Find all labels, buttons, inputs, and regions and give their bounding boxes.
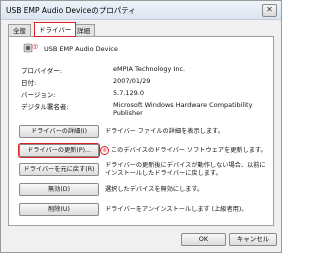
signer-value: Microsoft Windows Hardware Compatibility… [113, 101, 253, 117]
provider-label: プロバイダー: [21, 67, 62, 75]
rollback-driver-button[interactable]: ドライバーを元に戻す(R) [19, 163, 99, 176]
driver-panel: ⑦ USB EMP Audio Device プロバイダー: eMPIA Tec… [8, 36, 274, 226]
update-marker-badge: ⑧ [100, 146, 109, 155]
provider-value: eMPIA Technology Inc. [113, 65, 186, 73]
driver-details-button[interactable]: ドライバーの詳細(I) [19, 125, 99, 138]
signer-label: デジタル署名者: [21, 103, 69, 111]
disable-button[interactable]: 無効(D) [19, 183, 99, 196]
disable-desc: 選択したデバイスを無効にします。 [105, 186, 204, 193]
tab-marker-badge: ⑦ [32, 43, 39, 51]
device-name: USB EMP Audio Device [44, 45, 118, 53]
cancel-button[interactable]: キャンセル [229, 233, 277, 246]
uninstall-desc: ドライバーをアンインストールします (上級者用)。 [105, 206, 248, 213]
window-title: USB EMP Audio Deviceのプロパティ [6, 6, 136, 15]
uninstall-button[interactable]: 削除(U) [19, 203, 99, 216]
rollback-driver-desc: ドライバーの更新後にデバイスが動作しない場合、以前に インストールしたドライバー… [105, 162, 266, 177]
title-bar: USB EMP Audio Deviceのプロパティ ✕ [1, 1, 281, 20]
date-label: 日付: [21, 79, 37, 87]
update-driver-button[interactable]: ドライバーの更新(P)... [18, 143, 100, 158]
version-value: 5.7.129.0 [113, 89, 145, 97]
ok-button[interactable]: OK [181, 233, 226, 246]
update-driver-desc: このデバイスのドライバー ソフトウェアを更新します。 [111, 147, 267, 154]
driver-details-desc: ドライバー ファイルの詳細を表示します。 [105, 128, 224, 135]
tab-driver[interactable]: ドライバー [34, 22, 77, 37]
date-value: 2007/01/29 [113, 77, 151, 85]
properties-dialog: USB EMP Audio Deviceのプロパティ ✕ 全般 ドライバー 詳細… [0, 0, 282, 253]
close-button[interactable]: ✕ [262, 4, 277, 17]
version-label: バージョン: [21, 91, 56, 99]
